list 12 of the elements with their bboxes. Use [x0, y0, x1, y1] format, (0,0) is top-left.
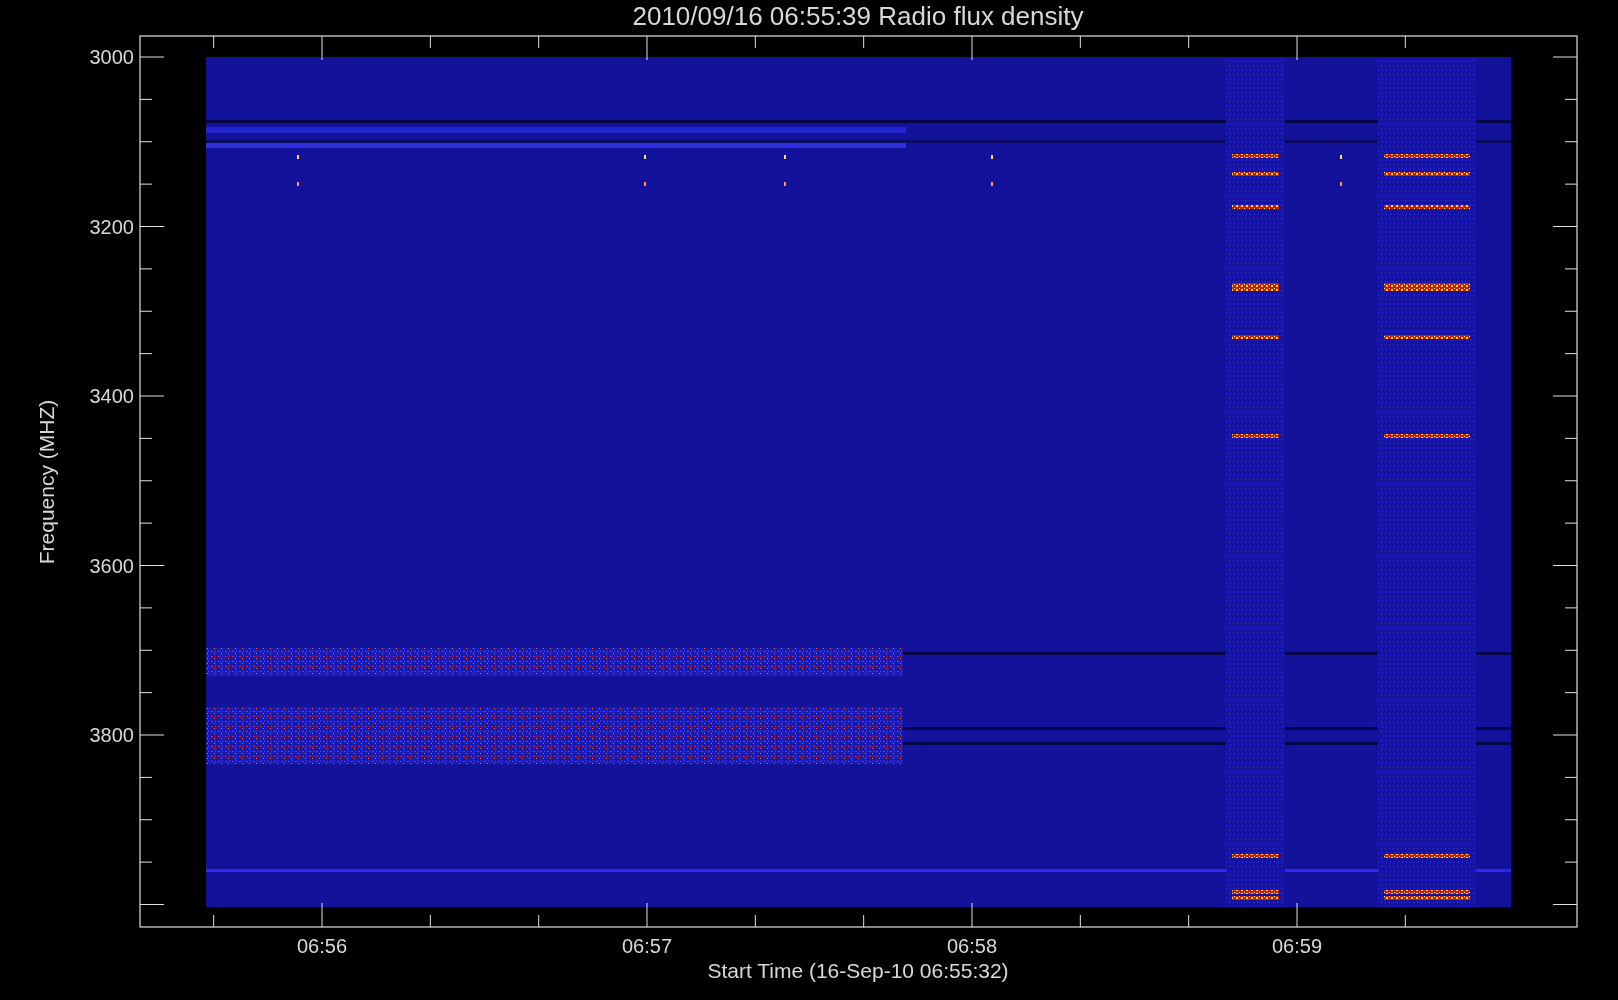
y-tick-label: 3000	[89, 46, 134, 68]
x-tick-label: 06:58	[946, 935, 998, 957]
chart-title: 2010/09/16 06:55:39 Radio flux density	[632, 1, 1084, 31]
y-axis-label: Frequency (MHZ)	[35, 399, 58, 565]
x-tick-label: 06:57	[621, 935, 673, 957]
x-tick-label: 06:59	[1271, 935, 1323, 957]
y-tick-label: 3200	[89, 215, 134, 238]
x-tick-label: 06:56	[296, 935, 348, 957]
x-axis-label: Start Time (16-Sep-10 06:55:32)	[707, 959, 1009, 982]
y-tick-label: 3600	[89, 554, 134, 577]
y-tick-label: 3800	[89, 724, 134, 746]
y-tick-label: 3400	[89, 385, 134, 407]
